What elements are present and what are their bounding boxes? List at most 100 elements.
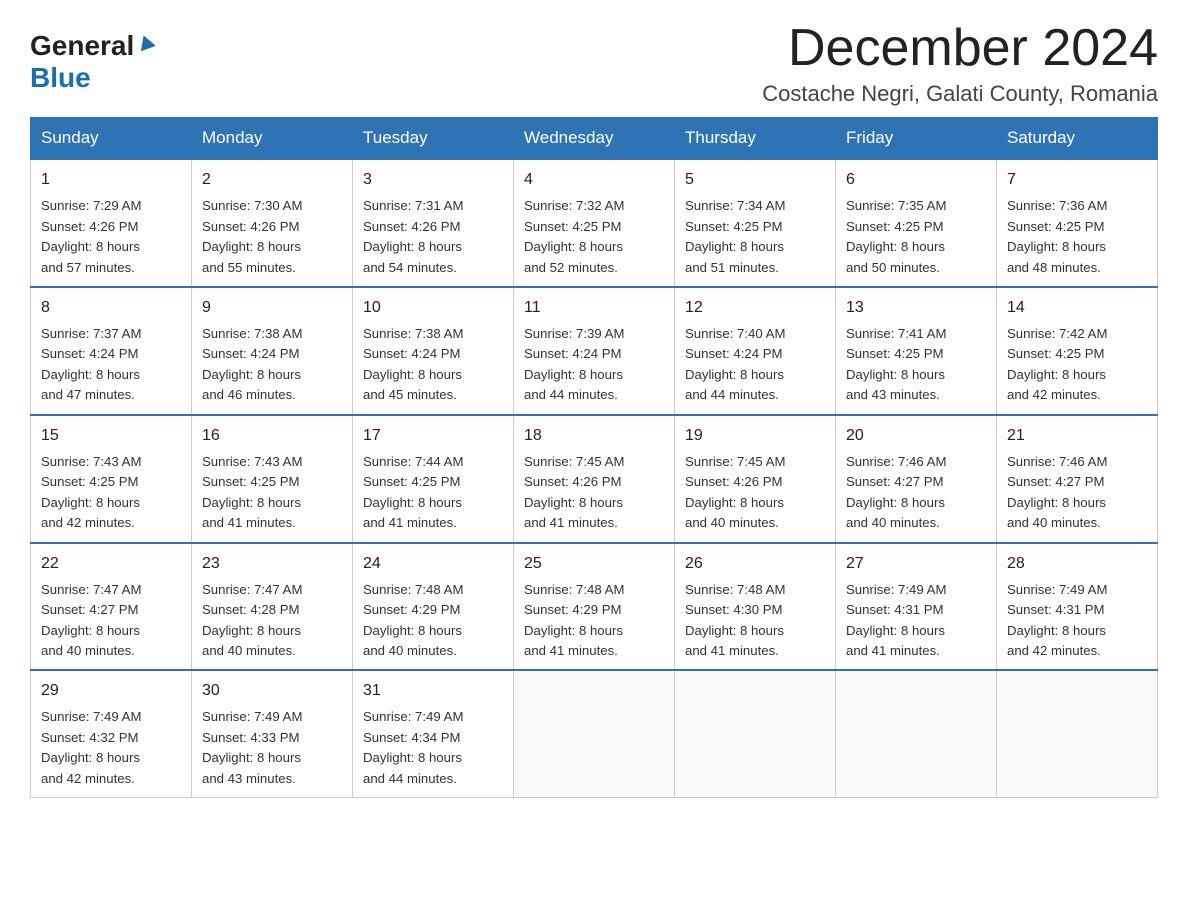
week-row-5: 29 Sunrise: 7:49 AMSunset: 4:32 PMDayligh… [31,670,1158,797]
day-cell [675,670,836,797]
day-cell: 15 Sunrise: 7:43 AMSunset: 4:25 PMDayligh… [31,415,192,543]
day-number: 23 [202,552,342,576]
title-block: December 2024 Costache Negri, Galati Cou… [762,20,1158,107]
day-number: 26 [685,552,825,576]
day-number: 28 [1007,552,1147,576]
day-cell: 28 Sunrise: 7:49 AMSunset: 4:31 PMDayligh… [997,543,1158,671]
day-number: 2 [202,168,342,192]
day-cell: 19Sunrise: 7:45 AMSunset: 4:26 PMDayligh… [675,415,836,543]
logo-general: General [30,30,134,62]
day-info: Sunrise: 7:49 AMSunset: 4:31 PMDaylight:… [846,580,986,662]
day-info: Sunrise: 7:40 AMSunset: 4:24 PMDaylight:… [685,324,825,406]
day-cell [997,670,1158,797]
day-info: Sunrise: 7:47 AMSunset: 4:28 PMDaylight:… [202,580,342,662]
day-info: Sunrise: 7:42 AMSunset: 4:25 PMDaylight:… [1007,324,1147,406]
day-cell [514,670,675,797]
header-sunday: Sunday [31,118,192,160]
day-cell: 11 Sunrise: 7:39 AMSunset: 4:24 PMDayligh… [514,287,675,415]
day-cell: 2 Sunrise: 7:30 AMSunset: 4:26 PMDaylight… [192,159,353,287]
header-thursday: Thursday [675,118,836,160]
day-cell: 10Sunrise: 7:38 AMSunset: 4:24 PMDayligh… [353,287,514,415]
month-title: December 2024 [762,20,1158,77]
day-number: 13 [846,296,986,320]
day-cell: 26Sunrise: 7:48 AMSunset: 4:30 PMDayligh… [675,543,836,671]
day-cell: 27 Sunrise: 7:49 AMSunset: 4:31 PMDayligh… [836,543,997,671]
day-info: Sunrise: 7:29 AMSunset: 4:26 PMDaylight:… [41,196,181,278]
day-cell: 23 Sunrise: 7:47 AMSunset: 4:28 PMDayligh… [192,543,353,671]
day-number: 16 [202,424,342,448]
day-number: 12 [685,296,825,320]
week-row-3: 15 Sunrise: 7:43 AMSunset: 4:25 PMDayligh… [31,415,1158,543]
day-number: 9 [202,296,342,320]
day-number: 4 [524,168,664,192]
day-cell: 12 Sunrise: 7:40 AMSunset: 4:24 PMDayligh… [675,287,836,415]
day-cell: 25 Sunrise: 7:48 AMSunset: 4:29 PMDayligh… [514,543,675,671]
location-title: Costache Negri, Galati County, Romania [762,81,1158,107]
day-number: 27 [846,552,986,576]
day-number: 17 [363,424,503,448]
day-cell: 22 Sunrise: 7:47 AMSunset: 4:27 PMDayligh… [31,543,192,671]
day-number: 11 [524,296,664,320]
header-friday: Friday [836,118,997,160]
day-info: Sunrise: 7:30 AMSunset: 4:26 PMDaylight:… [202,196,342,278]
logo: General Blue [30,30,155,94]
day-cell: 8 Sunrise: 7:37 AMSunset: 4:24 PMDaylight… [31,287,192,415]
day-cell: 21 Sunrise: 7:46 AMSunset: 4:27 PMDayligh… [997,415,1158,543]
day-info: Sunrise: 7:47 AMSunset: 4:27 PMDaylight:… [41,580,181,662]
day-cell: 16 Sunrise: 7:43 AMSunset: 4:25 PMDayligh… [192,415,353,543]
day-number: 5 [685,168,825,192]
day-number: 29 [41,679,181,703]
day-info: Sunrise: 7:36 AMSunset: 4:25 PMDaylight:… [1007,196,1147,278]
day-info: Sunrise: 7:31 AMSunset: 4:26 PMDaylight:… [363,196,503,278]
day-info: Sunrise: 7:32 AMSunset: 4:25 PMDaylight:… [524,196,664,278]
day-cell [836,670,997,797]
day-number: 15 [41,424,181,448]
day-info: Sunrise: 7:46 AMSunset: 4:27 PMDaylight:… [846,452,986,534]
day-number: 25 [524,552,664,576]
week-row-4: 22 Sunrise: 7:47 AMSunset: 4:27 PMDayligh… [31,543,1158,671]
day-info: Sunrise: 7:46 AMSunset: 4:27 PMDaylight:… [1007,452,1147,534]
day-cell: 9 Sunrise: 7:38 AMSunset: 4:24 PMDaylight… [192,287,353,415]
day-cell: 17 Sunrise: 7:44 AMSunset: 4:25 PMDayligh… [353,415,514,543]
day-number: 30 [202,679,342,703]
header-tuesday: Tuesday [353,118,514,160]
day-number: 6 [846,168,986,192]
day-info: Sunrise: 7:43 AMSunset: 4:25 PMDaylight:… [41,452,181,534]
day-number: 10 [363,296,503,320]
day-cell: 20 Sunrise: 7:46 AMSunset: 4:27 PMDayligh… [836,415,997,543]
day-info: Sunrise: 7:49 AMSunset: 4:34 PMDaylight:… [363,707,503,789]
day-info: Sunrise: 7:34 AMSunset: 4:25 PMDaylight:… [685,196,825,278]
calendar-table: Sunday Monday Tuesday Wednesday Thursday… [30,117,1158,798]
day-number: 1 [41,168,181,192]
day-info: Sunrise: 7:41 AMSunset: 4:25 PMDaylight:… [846,324,986,406]
day-cell: 5 Sunrise: 7:34 AMSunset: 4:25 PMDaylight… [675,159,836,287]
day-cell: 4 Sunrise: 7:32 AMSunset: 4:25 PMDaylight… [514,159,675,287]
day-cell: 31Sunrise: 7:49 AMSunset: 4:34 PMDayligh… [353,670,514,797]
day-number: 22 [41,552,181,576]
day-cell: 18 Sunrise: 7:45 AMSunset: 4:26 PMDayligh… [514,415,675,543]
day-cell: 14 Sunrise: 7:42 AMSunset: 4:25 PMDayligh… [997,287,1158,415]
day-number: 20 [846,424,986,448]
day-info: Sunrise: 7:44 AMSunset: 4:25 PMDaylight:… [363,452,503,534]
day-number: 21 [1007,424,1147,448]
day-info: Sunrise: 7:39 AMSunset: 4:24 PMDaylight:… [524,324,664,406]
day-info: Sunrise: 7:45 AMSunset: 4:26 PMDaylight:… [685,452,825,534]
day-number: 18 [524,424,664,448]
day-number: 14 [1007,296,1147,320]
logo-triangle-icon [137,33,155,56]
day-info: Sunrise: 7:45 AMSunset: 4:26 PMDaylight:… [524,452,664,534]
week-row-1: 1 Sunrise: 7:29 AMSunset: 4:26 PMDaylight… [31,159,1158,287]
day-number: 8 [41,296,181,320]
day-info: Sunrise: 7:35 AMSunset: 4:25 PMDaylight:… [846,196,986,278]
day-info: Sunrise: 7:38 AMSunset: 4:24 PMDaylight:… [202,324,342,406]
day-info: Sunrise: 7:37 AMSunset: 4:24 PMDaylight:… [41,324,181,406]
day-info: Sunrise: 7:48 AMSunset: 4:29 PMDaylight:… [524,580,664,662]
day-info: Sunrise: 7:49 AMSunset: 4:32 PMDaylight:… [41,707,181,789]
day-number: 24 [363,552,503,576]
day-info: Sunrise: 7:49 AMSunset: 4:31 PMDaylight:… [1007,580,1147,662]
header-wednesday: Wednesday [514,118,675,160]
day-cell: 24Sunrise: 7:48 AMSunset: 4:29 PMDayligh… [353,543,514,671]
header-monday: Monday [192,118,353,160]
day-info: Sunrise: 7:43 AMSunset: 4:25 PMDaylight:… [202,452,342,534]
day-cell: 30Sunrise: 7:49 AMSunset: 4:33 PMDayligh… [192,670,353,797]
